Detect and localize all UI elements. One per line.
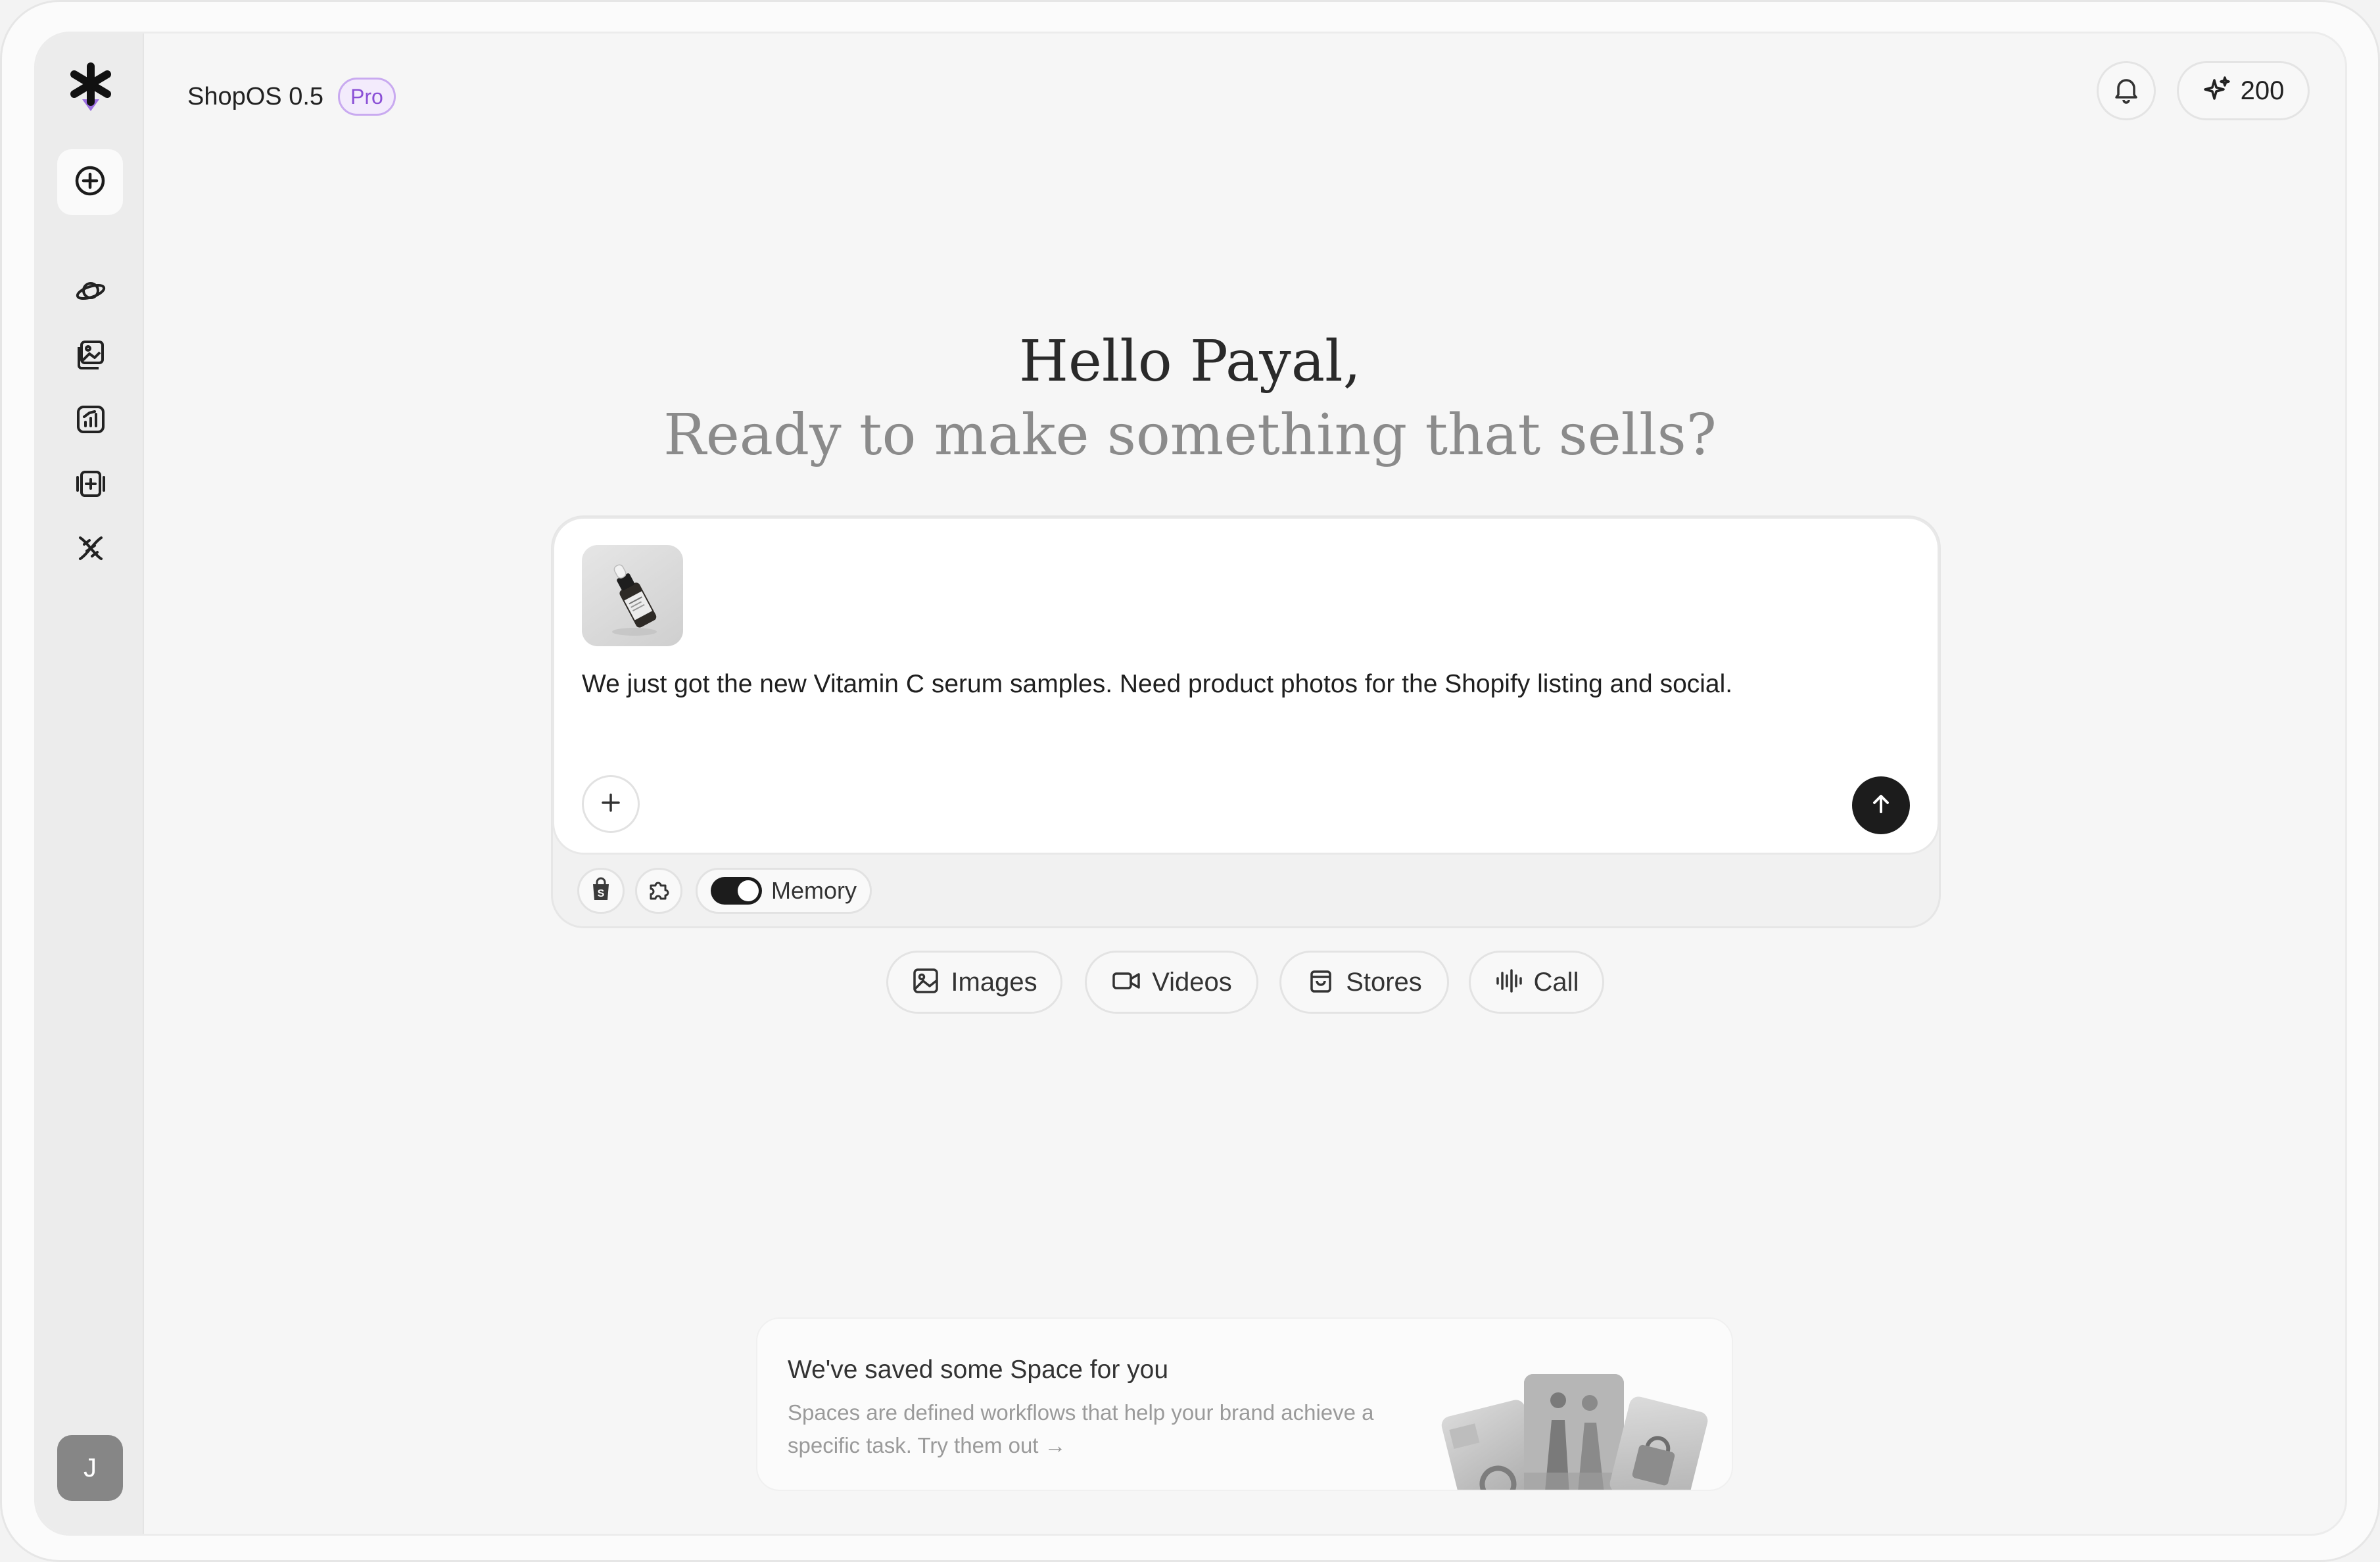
avatar[interactable]: J: [57, 1435, 123, 1501]
pro-badge: Pro: [338, 78, 396, 116]
app-name: ShopOS 0.5: [187, 82, 324, 110]
plus-circle-icon: [74, 164, 107, 201]
memory-label: Memory: [771, 877, 857, 904]
new-chat-button[interactable]: [57, 149, 123, 215]
quick-action-videos[interactable]: Videos: [1085, 951, 1258, 1014]
spaces-title: We've saved some Space for you: [788, 1356, 1169, 1384]
plus-icon: [598, 790, 624, 819]
video-icon: [1111, 966, 1141, 999]
sidebar: J: [36, 34, 144, 1534]
dna-icon: [75, 532, 107, 567]
send-button[interactable]: [1852, 776, 1910, 834]
bell-icon: [2112, 75, 2141, 107]
svg-text:S: S: [598, 888, 605, 899]
sidebar-item-dna[interactable]: [74, 533, 107, 566]
spaces-description[interactable]: Spaces are defined workflows that help y…: [788, 1396, 1445, 1462]
quick-action-label: Call: [1533, 967, 1579, 997]
quick-action-label: Stores: [1346, 967, 1422, 997]
memory-switch[interactable]: [710, 877, 762, 905]
quick-action-label: Images: [951, 967, 1037, 997]
planet-icon: [75, 275, 107, 310]
shopify-toggle-button[interactable]: S: [577, 868, 625, 914]
quick-action-call[interactable]: Call: [1469, 951, 1604, 1014]
arrow-up-icon: [1868, 791, 1894, 820]
attached-image-thumbnail[interactable]: [582, 545, 683, 646]
sidebar-item-media[interactable]: [74, 469, 107, 502]
sidebar-item-planet[interactable]: [74, 275, 107, 308]
audio-wave-icon: [1494, 966, 1523, 999]
shopping-bag-icon: [1306, 966, 1335, 999]
attach-button[interactable]: [582, 775, 640, 833]
quick-action-label: Videos: [1152, 967, 1232, 997]
image-icon: [911, 966, 940, 999]
space-preview-image: [1524, 1374, 1624, 1490]
quick-action-images[interactable]: Images: [886, 951, 1062, 1014]
credits-button[interactable]: 200: [2177, 61, 2310, 120]
media-plus-icon: [75, 468, 107, 503]
prompt-input[interactable]: We just got the new Vitamin C serum samp…: [582, 670, 1732, 699]
credits-count: 200: [2240, 76, 2285, 105]
logo-icon[interactable]: [69, 62, 112, 112]
sparkle-icon: [2202, 75, 2231, 107]
composer: We just got the new Vitamin C serum samp…: [552, 517, 1940, 855]
integrations-button[interactable]: [635, 868, 682, 914]
greeting-hello: Hello Payal,: [1019, 329, 1361, 394]
notifications-button[interactable]: [2097, 61, 2156, 120]
memory-toggle[interactable]: Memory: [696, 868, 872, 914]
avatar-initial: J: [83, 1453, 97, 1482]
puzzle-icon: [646, 876, 672, 906]
brand: ShopOS 0.5 Pro: [187, 76, 396, 118]
quick-action-stores[interactable]: Stores: [1279, 951, 1449, 1014]
shopify-bag-icon: S: [589, 876, 613, 906]
greeting-subline: Ready to make something that sells?: [663, 402, 1717, 468]
spaces-promo-card[interactable]: We've saved some Space for you Spaces ar…: [756, 1317, 1733, 1491]
